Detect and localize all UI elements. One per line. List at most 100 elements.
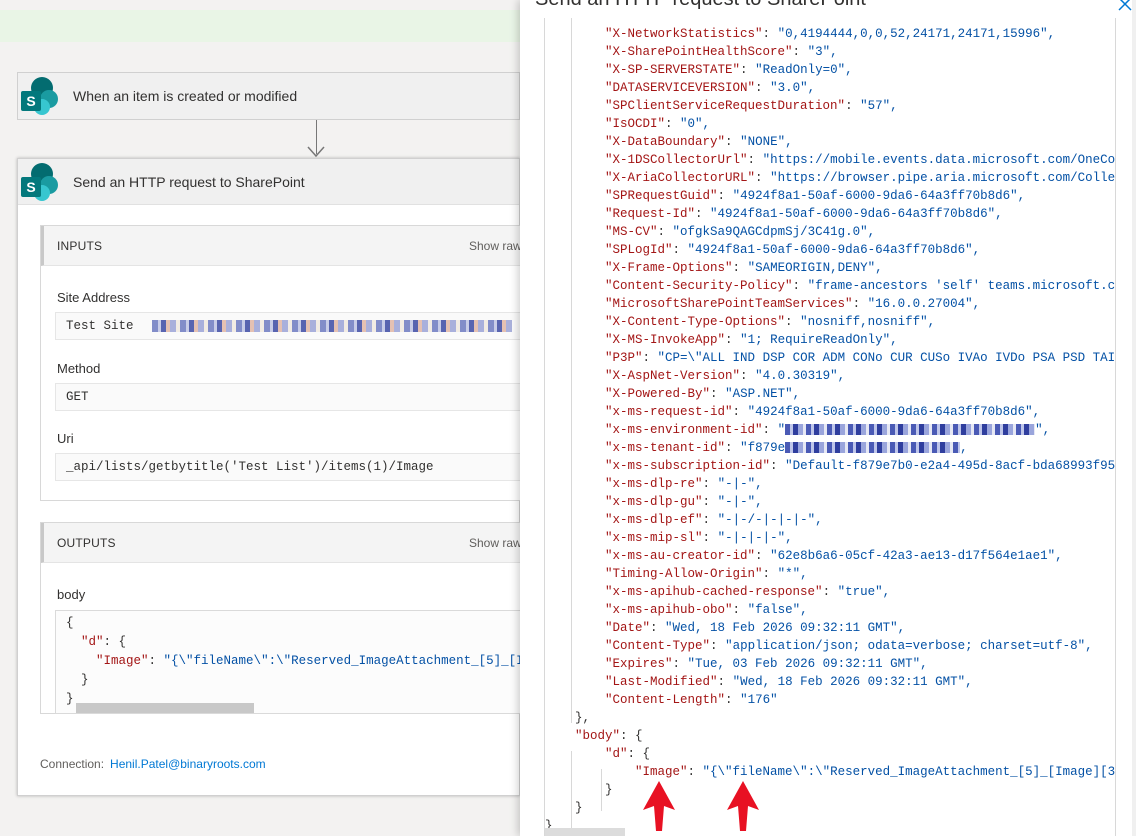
- site-address-value: Test Site: [55, 312, 525, 340]
- header-line: "x-ms-dlp-ef": "-|-/-|-|-|-",: [605, 513, 823, 527]
- header-value: "*",: [777, 567, 808, 581]
- header-key: "x-ms-environment-id": [605, 423, 763, 437]
- header-line: "Date": "Wed, 18 Feb 2026 09:32:11 GMT",: [605, 621, 906, 635]
- header-key: "X-MS-InvokeApp": [605, 333, 726, 347]
- image-key: "Image": [635, 765, 688, 779]
- header-value: "1; RequireReadOnly",: [740, 333, 898, 347]
- inputs-section: INPUTS Show raw inputs Site Address Test…: [40, 225, 527, 501]
- header-key: "x-ms-apihub-cached-response": [605, 585, 823, 599]
- header-value: "false",: [747, 603, 808, 617]
- header-value: "3.0",: [770, 81, 816, 95]
- header-line: "X-Frame-Options": "SAMEORIGIN,DENY",: [605, 261, 883, 275]
- header-value: "4924f8a1-50af-6000-9da6-64a3ff70b8d6",: [710, 207, 1003, 221]
- action-card-header[interactable]: S Send an HTTP request to SharePoint: [18, 159, 519, 205]
- header-key: "Last-Modified": [605, 675, 718, 689]
- header-key: "X-Frame-Options": [605, 261, 733, 275]
- annotation-arrow-icon: [727, 781, 759, 831]
- header-key: "X-DataBoundary": [605, 135, 726, 149]
- json-line: "Image": "{\"fileName\":\"Reserved_Image…: [66, 654, 524, 668]
- header-key: "X-AriaCollectorURL": [605, 171, 756, 185]
- json-string: "{\"fileName\":\"Reserved_ImageAttachmen…: [163, 654, 524, 668]
- header-key: "Content-Type": [605, 639, 711, 653]
- header-value: "f879e: [740, 441, 786, 455]
- header-value: "0,4194444,0,0,52,24171,24171,15996",: [777, 27, 1056, 41]
- header-key: "DATASERVICEVERSION": [605, 81, 756, 95]
- inputs-header: INPUTS Show raw inputs: [41, 226, 527, 266]
- show-raw-inputs-link[interactable]: Show raw inputs: [469, 239, 527, 253]
- outputs-title: OUTPUTS: [57, 535, 116, 550]
- d-key: "d": [605, 747, 628, 761]
- header-value: "nosniff,nosniff",: [800, 315, 936, 329]
- site-address-text: Test Site: [66, 319, 134, 333]
- header-key: "X-Powered-By": [605, 387, 711, 401]
- indent-guide: [571, 18, 572, 723]
- header-value: ": [777, 423, 786, 437]
- header-value: "ReadOnly=0",: [755, 63, 853, 77]
- header-value: "0",: [680, 117, 711, 131]
- horizontal-scrollbar[interactable]: [76, 703, 254, 713]
- method-label: Method: [57, 361, 101, 376]
- header-value: "176": [740, 693, 778, 707]
- header-line: "x-ms-environment-id": " ",: [605, 423, 1051, 437]
- trigger-card[interactable]: S When an item is created or modified: [17, 72, 520, 120]
- uri-value: _api/lists/getbytitle('Test List')/items…: [55, 453, 525, 481]
- show-raw-outputs-link[interactable]: Show raw outputs: [469, 536, 527, 550]
- header-value: ",: [1035, 423, 1051, 437]
- header-value: "ofgkSa9QAGCdpmSj/3C41g.0",: [672, 225, 876, 239]
- header-key: "Content-Length": [605, 693, 726, 707]
- connection-link[interactable]: Henil.Patel@binaryroots.com: [110, 757, 266, 771]
- header-key: "X-SharePointHealthScore": [605, 45, 793, 59]
- image-value: "{\"fileName\":\"Reserved_ImageAttachmen…: [702, 765, 1116, 779]
- raw-output-text: "X-NetworkStatistics": "0,4194444,0,0,52…: [545, 18, 1115, 835]
- body-label: body: [57, 587, 86, 602]
- json-key: "d": [81, 635, 104, 649]
- connection-info: Connection: Henil.Patel@binaryroots.com: [40, 757, 266, 771]
- header-line: "x-ms-dlp-re": "-|-",: [605, 477, 763, 491]
- header-line: "Content-Length": "176": [605, 693, 778, 707]
- header-key: "x-ms-apihub-obo": [605, 603, 733, 617]
- header-key: "MS-CV": [605, 225, 658, 239]
- header-line: "x-ms-apihub-cached-response": "true",: [605, 585, 891, 599]
- header-key: "Expires": [605, 657, 673, 671]
- action-card: S Send an HTTP request to SharePoint INP…: [17, 158, 527, 796]
- outputs-section: OUTPUTS Show raw outputs body { "d": { "…: [40, 522, 527, 714]
- header-key: "SPRequestGuid": [605, 189, 718, 203]
- svg-text:S: S: [26, 179, 35, 195]
- header-value: "CP=\"ALL IND DSP COR ADM CONo CUR CUSo …: [657, 351, 1116, 365]
- image-line: "Image": "{\"fileName\":\"Reserved_Image…: [545, 765, 1116, 779]
- header-line: "X-DataBoundary": "NONE",: [605, 135, 793, 149]
- vertical-scrollbar[interactable]: [1132, 0, 1136, 836]
- header-line: "X-SP-SERVERSTATE": "ReadOnly=0",: [605, 63, 853, 77]
- raw-output-code[interactable]: "X-NetworkStatistics": "0,4194444,0,0,52…: [544, 18, 1116, 836]
- sharepoint-icon: S: [21, 77, 58, 115]
- header-line: "x-ms-tenant-id": "f879e,: [605, 441, 968, 455]
- header-line: "MicrosoftSharePointTeamServices": "16.0…: [605, 297, 981, 311]
- header-key: "x-ms-dlp-ef": [605, 513, 703, 527]
- header-key: "P3P": [605, 351, 643, 365]
- header-key: "X-SP-SERVERSTATE": [605, 63, 741, 77]
- header-value: "4.0.30319",: [755, 369, 846, 383]
- header-key: "x-ms-au-creator-id": [605, 549, 756, 563]
- method-value: GET: [55, 383, 525, 411]
- json-key: "Image": [96, 654, 149, 668]
- header-line: "DATASERVICEVERSION": "3.0",: [605, 81, 816, 95]
- body-json-viewer[interactable]: { "d": { "Image": "{\"fileName\":\"Reser…: [55, 610, 525, 714]
- header-key: "X-AspNet-Version": [605, 369, 741, 383]
- header-key: "MicrosoftSharePointTeamServices": [605, 297, 853, 311]
- header-line: "X-NetworkStatistics": "0,4194444,0,0,52…: [605, 27, 1056, 41]
- horizontal-scrollbar[interactable]: [545, 828, 625, 836]
- trigger-title: When an item is created or modified: [73, 88, 298, 104]
- chevron-down-icon: [307, 146, 325, 158]
- header-key: "Timing-Allow-Origin": [605, 567, 763, 581]
- header-key: "Content-Security-Policy": [605, 279, 793, 293]
- header-line: "X-Powered-By": "ASP.NET",: [605, 387, 801, 401]
- header-value: "application/json; odata=verbose; charse…: [725, 639, 1093, 653]
- header-key: "SPLogId": [605, 243, 673, 257]
- header-line: "x-ms-au-creator-id": "62e8b6a6-05cf-42a…: [605, 549, 1063, 563]
- header-value: "4924f8a1-50af-6000-9da6-64a3ff70b8d6",: [687, 243, 981, 257]
- header-line: "X-SharePointHealthScore": "3",: [605, 45, 838, 59]
- header-value: "Wed, 18 Feb 2026 09:32:11 GMT",: [732, 675, 973, 689]
- header-line: "SPClientServiceRequestDuration": "57",: [605, 99, 898, 113]
- redacted-value: [785, 424, 1036, 436]
- header-value: "https://mobile.events.data.microsoft.co…: [762, 153, 1116, 167]
